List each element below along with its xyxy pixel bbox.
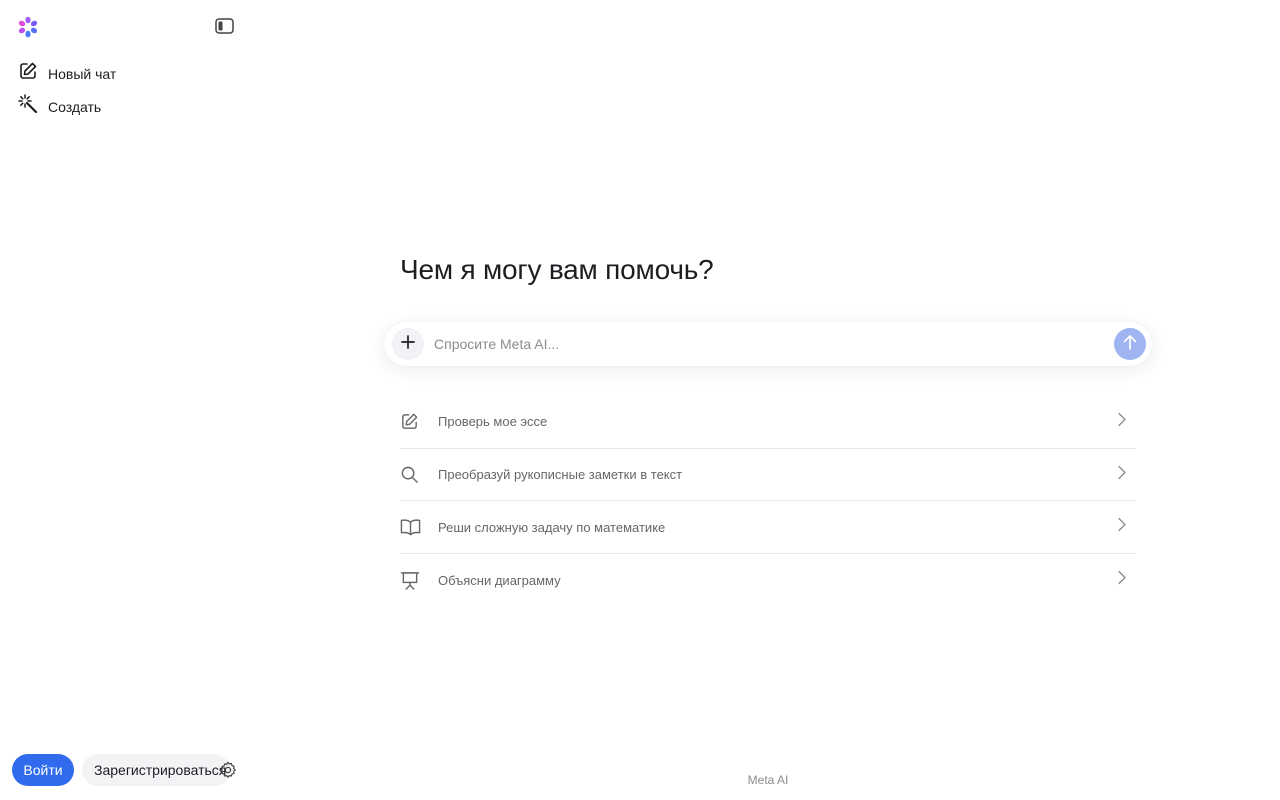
sidebar-toggle-icon — [214, 17, 234, 39]
chat-composer — [384, 322, 1152, 366]
suggestion-item[interactable]: Проверь мое эссе — [400, 396, 1136, 449]
meta-ai-logo[interactable] — [16, 15, 40, 39]
sidebar-item-new-chat[interactable]: Новый чат — [10, 57, 240, 90]
chat-input[interactable] — [434, 336, 1114, 352]
sidebar-item-label: Создать — [48, 98, 102, 115]
presentation-icon — [400, 571, 428, 590]
suggestion-label: Преобразуй рукописные заметки в текст — [438, 467, 683, 483]
chevron-right-icon — [1118, 412, 1126, 431]
edit-icon — [400, 412, 428, 431]
suggestion-item[interactable]: Реши сложную задачу по математике — [400, 501, 1136, 555]
attach-button[interactable] — [392, 328, 424, 360]
footer-brand: Meta AI — [747, 773, 789, 787]
send-button[interactable] — [1114, 328, 1146, 360]
page-title: Чем я могу вам помочь? — [400, 254, 714, 285]
suggestion-label: Проверь мое эссе — [438, 414, 548, 430]
suggestion-label: Объясни диаграмму — [438, 572, 561, 588]
edit-icon — [18, 61, 38, 86]
chevron-right-icon — [1118, 571, 1126, 590]
magic-wand-icon — [18, 94, 38, 119]
suggestion-item[interactable]: Объясни диаграмму — [400, 554, 1136, 607]
arrow-up-icon — [1123, 334, 1137, 355]
sidebar-nav: Новый чат Создать — [10, 57, 240, 123]
suggestion-label: Реши сложную задачу по математике — [438, 519, 666, 535]
chevron-right-icon — [1118, 465, 1126, 484]
suggestion-list: Проверь мое эссе Преобразуй рукописные з… — [400, 396, 1136, 607]
sidebar-item-label: Новый чат — [48, 65, 117, 82]
sidebar-item-create[interactable]: Создать — [10, 90, 240, 123]
search-icon — [400, 465, 428, 484]
suggestion-item[interactable]: Преобразуй рукописные заметки в текст — [400, 449, 1136, 502]
sidebar-toggle-button[interactable] — [213, 17, 235, 39]
sidebar: Новый чат Создать Войти Зарегистрировать… — [0, 0, 250, 800]
book-icon — [400, 518, 428, 536]
plus-icon — [401, 334, 415, 354]
chevron-right-icon — [1118, 518, 1126, 537]
